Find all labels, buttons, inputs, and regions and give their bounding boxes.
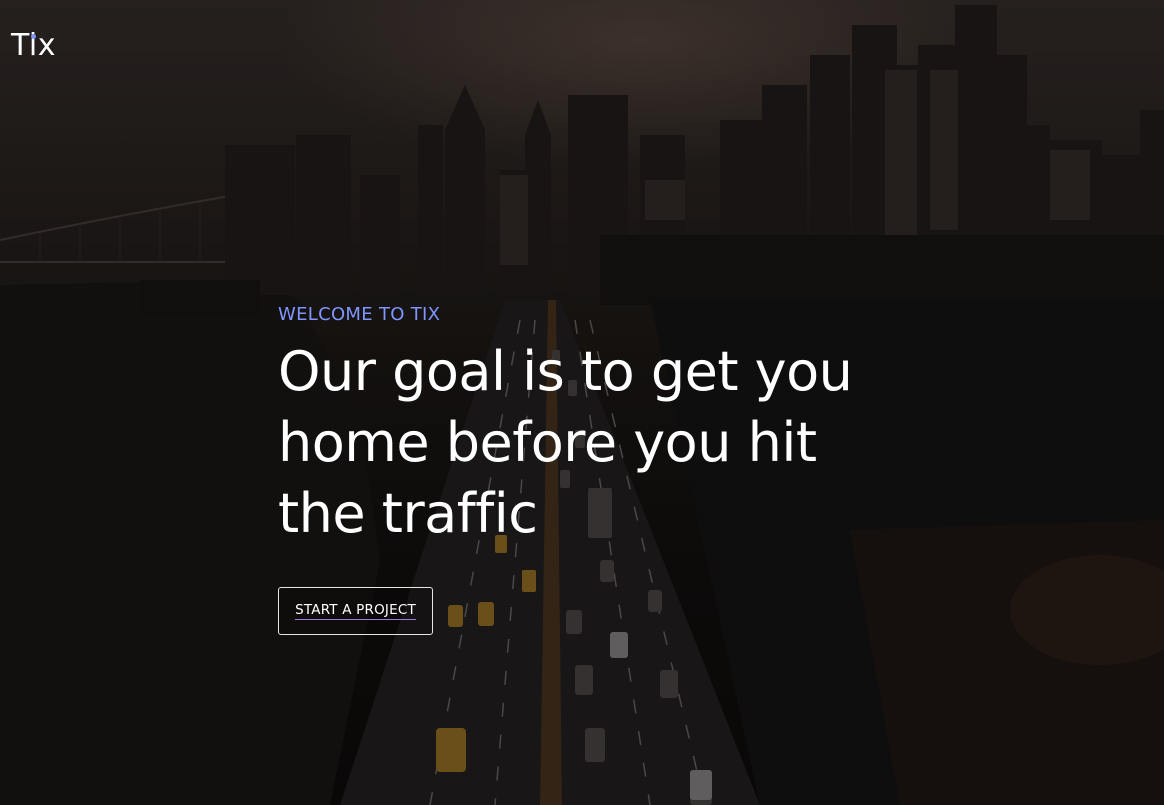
start-project-button[interactable]: START A PROJECT	[278, 587, 433, 635]
hero-section: Tix WELCOME TO TIX Our goal is to get yo…	[0, 0, 1164, 805]
hero-content: WELCOME TO TIX Our goal is to get you ho…	[278, 304, 878, 549]
start-project-label: START A PROJECT	[295, 602, 416, 620]
hero-headline: Our goal is to get you home before you h…	[278, 340, 853, 545]
brand-logo[interactable]: Tix	[11, 28, 56, 64]
hero-eyebrow: WELCOME TO TIX	[278, 304, 441, 325]
brand-accent-dot	[31, 34, 36, 39]
